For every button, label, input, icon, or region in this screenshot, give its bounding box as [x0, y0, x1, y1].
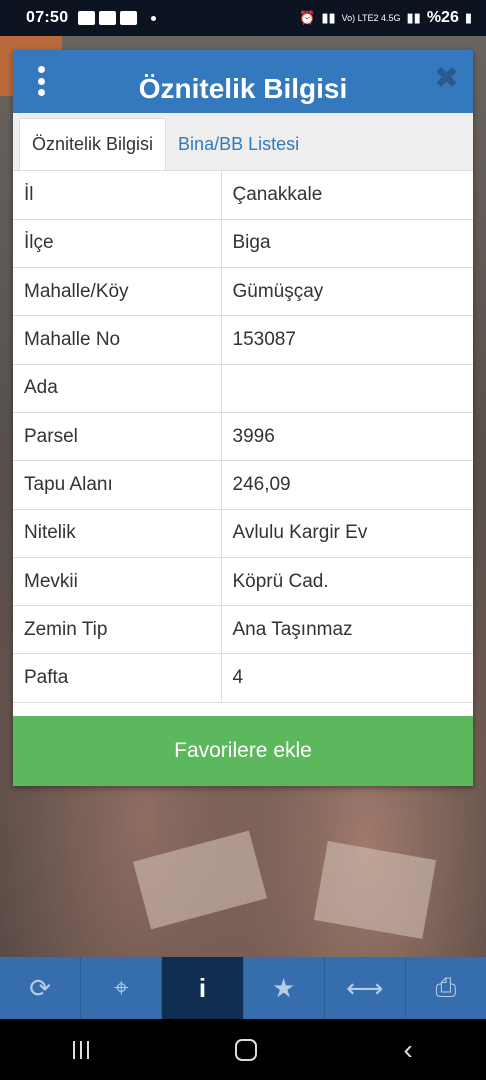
attribute-value: Çanakkale	[221, 171, 473, 220]
status-time: 07:50	[26, 9, 69, 26]
attribute-key: İlçe	[13, 219, 222, 269]
maps-icon	[99, 11, 117, 25]
attribute-key: Tapu Alanı	[13, 460, 222, 510]
attribute-table: İl Çanakkale İlçe Biga Mahalle/Köy Gümüşçay Ma…	[13, 171, 473, 703]
network-label: Vo) LTE2 4.5G	[341, 12, 401, 23]
table-row: İl Çanakkale	[13, 171, 473, 220]
table-row: Mahalle No 153087	[13, 315, 473, 365]
attribute-value: 3996	[221, 412, 473, 462]
table-row: Mahalle/Köy Gümüşçay	[13, 267, 473, 317]
table-row: Mevkii Köprü Cad.	[13, 557, 473, 607]
attribute-value: Ana Taşınmaz	[221, 605, 473, 655]
more-notifications-icon	[151, 15, 157, 21]
attribute-key: Parsel	[13, 412, 222, 462]
print-icon[interactable]: ⎙	[406, 957, 486, 1019]
table-row: Tapu Alanı 246,09	[13, 460, 473, 510]
add-favorite-button[interactable]: Favorilere ekle	[13, 716, 473, 786]
attribute-value: 153087	[221, 315, 473, 365]
attribute-key: Zemin Tip	[13, 605, 222, 655]
table-row: Ada	[13, 364, 473, 413]
measure-icon[interactable]: ⟷	[325, 957, 406, 1019]
attribute-value: Köprü Cad.	[221, 557, 473, 607]
table-row: Nitelik Avlulu Kargir Ev	[13, 509, 473, 558]
tab-bar: Öznitelik Bilgisi Bina/BB Listesi	[13, 113, 473, 171]
attribute-value: 4	[221, 653, 473, 703]
attribute-value: 246,09	[221, 460, 473, 510]
attribute-key: Pafta	[13, 653, 222, 703]
attribute-key: Nitelik	[13, 509, 222, 558]
refresh-icon[interactable]: ⟳	[0, 957, 82, 1019]
attribute-dialog: Öznitelik Bilgisi ✖ Öznitelik Bilgisi Bi…	[13, 50, 473, 786]
battery-level: %26	[426, 9, 459, 26]
attribute-value: Avlulu Kargir Ev	[221, 509, 473, 558]
table-row: Parsel 3996	[13, 412, 473, 462]
home-button[interactable]	[235, 1038, 258, 1061]
info-icon[interactable]: i	[162, 957, 244, 1019]
attribute-key: Mahalle No	[13, 315, 222, 365]
battery-icon: ▮	[464, 10, 472, 25]
table-row: Pafta 4	[13, 653, 473, 703]
close-icon[interactable]: ✖	[434, 64, 459, 94]
table-row: İlçe Biga	[13, 219, 473, 269]
bottom-toolbar: ⟳ ⌖ i ★ ⟷ ⎙	[0, 957, 486, 1019]
attribute-key: Mahalle/Köy	[13, 267, 222, 317]
attribute-key: Ada	[13, 364, 222, 413]
attribute-key: Mevkii	[13, 557, 222, 607]
attribute-value	[221, 364, 473, 413]
status-bar: 07:50 ⏰ ▮▮ Vo) LTE2 4.5G ▮▮ %26 ▮	[0, 0, 486, 36]
gallery-icon	[78, 11, 96, 25]
attribute-key: İl	[13, 171, 222, 220]
table-row: Zemin Tip Ana Taşınmaz	[13, 605, 473, 655]
tab-building-list[interactable]: Bina/BB Listesi	[166, 118, 311, 170]
navigation-bar: ‹	[0, 1019, 486, 1080]
dialog-header: Öznitelik Bilgisi ✖	[13, 50, 473, 113]
tab-attribute-info[interactable]: Öznitelik Bilgisi	[19, 118, 167, 170]
system-icons: ⏰ ▮▮ Vo) LTE2 4.5G ▮▮ %26 ▮	[299, 9, 472, 27]
star-icon[interactable]: ★	[244, 957, 325, 1019]
back-button[interactable]: ‹	[404, 1035, 413, 1064]
signal-icon: ▮▮	[406, 10, 421, 25]
menu-icon[interactable]	[33, 66, 49, 96]
dialog-title: Öznitelik Bilgisi	[138, 72, 348, 104]
recents-button[interactable]	[73, 1040, 90, 1059]
alarm-icon: ⏰	[299, 10, 316, 25]
signal-icon: ▮▮	[321, 10, 336, 25]
attribute-value: Biga	[221, 219, 473, 269]
maps-icon	[120, 11, 138, 25]
notification-icons	[78, 11, 157, 25]
crosshair-icon[interactable]: ⌖	[81, 957, 163, 1019]
attribute-value: Gümüşçay	[221, 267, 473, 317]
